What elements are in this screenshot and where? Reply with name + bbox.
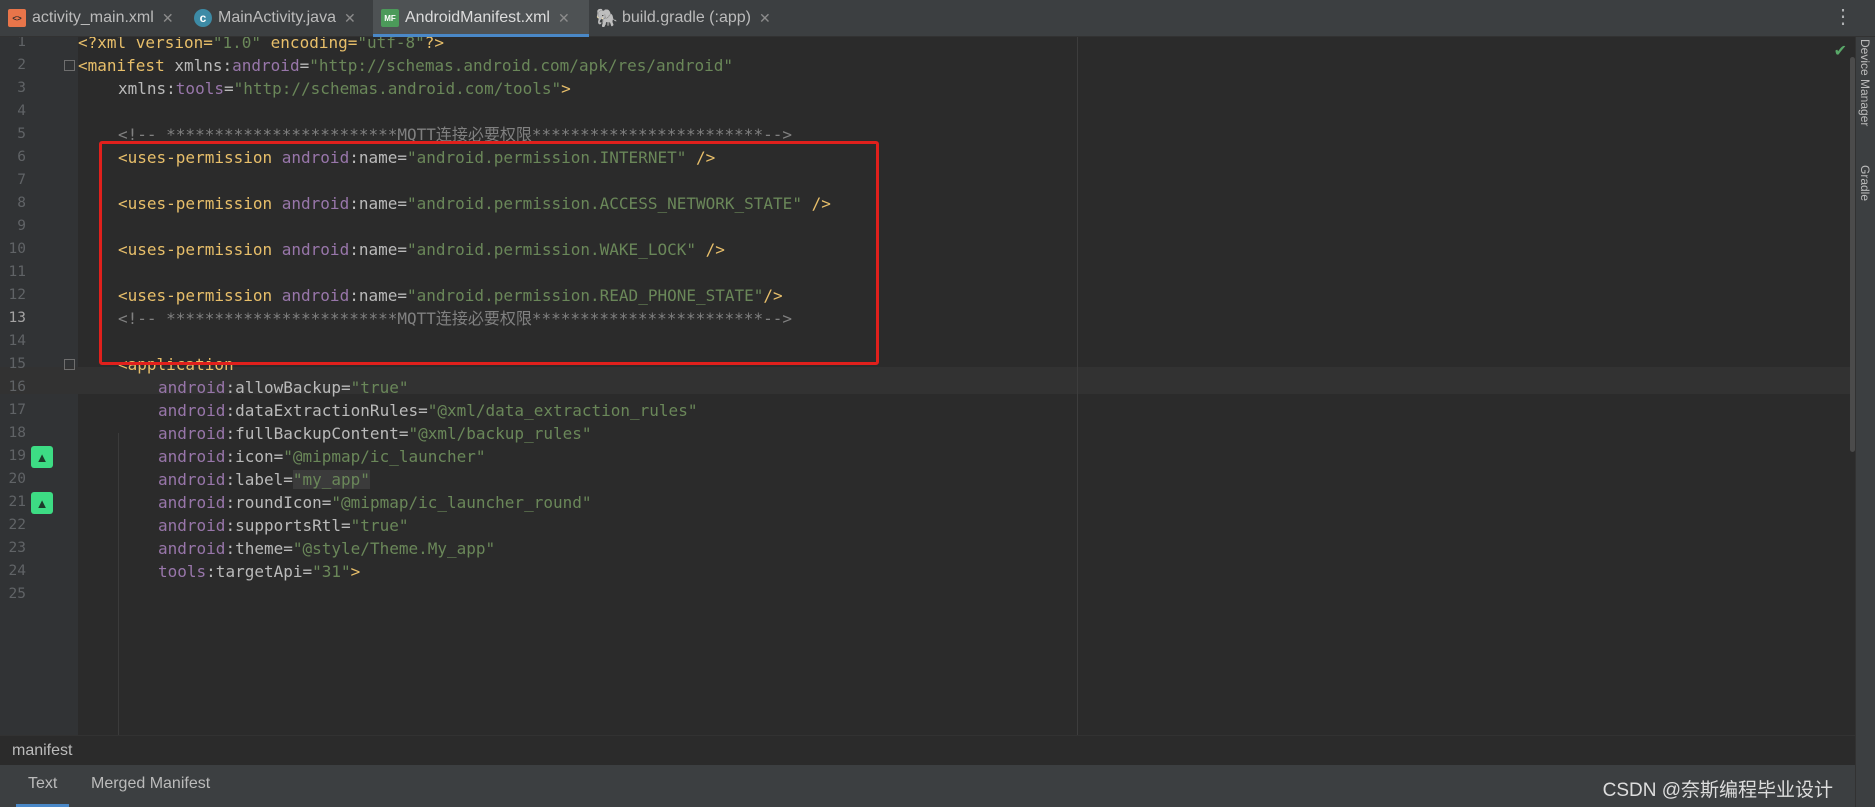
android-icon[interactable]: ▲: [31, 492, 53, 514]
gradle-icon: 🐘: [595, 7, 619, 28]
highlight-annotation-box: [99, 141, 879, 365]
editor-tab-bar: <> activity_main.xml ✕ c MainActivity.ja…: [0, 0, 1875, 37]
close-icon[interactable]: ✕: [558, 10, 570, 27]
breadcrumb[interactable]: manifest: [0, 735, 1855, 765]
tab-merged-manifest[interactable]: Merged Manifest: [91, 765, 210, 803]
tab-activity-main-xml[interactable]: <> activity_main.xml ✕: [0, 0, 185, 36]
xml-file-icon: <>: [8, 9, 26, 27]
breadcrumb-item[interactable]: manifest: [12, 742, 72, 759]
line-number: 25: [8, 586, 26, 602]
tab-label: AndroidManifest.xml: [405, 9, 550, 26]
java-class-icon: c: [194, 9, 212, 27]
tab-text[interactable]: Text: [15, 765, 70, 807]
code-editor[interactable]: ✔ 1 <?xml version="1.0" encoding="utf-8"…: [0, 37, 1855, 735]
close-icon[interactable]: ✕: [162, 10, 174, 27]
fold-toggle-icon[interactable]: [64, 60, 75, 71]
tab-android-manifest-xml[interactable]: MF AndroidManifest.xml ✕: [373, 0, 589, 37]
watermark: CSDN @奈斯编程毕业设计: [1602, 780, 1833, 801]
close-icon[interactable]: ✕: [344, 10, 356, 27]
close-icon[interactable]: ✕: [759, 10, 771, 27]
more-options-icon[interactable]: ⋮: [1833, 6, 1853, 28]
fold-toggle-icon[interactable]: [64, 359, 75, 370]
tab-label: MainActivity.java: [218, 9, 336, 26]
code-line: 25: [0, 581, 1850, 609]
editor-mode-tabs: Text Merged Manifest CSDN @奈斯编程毕业设计: [0, 765, 1855, 807]
right-tool-window-strip: Device Manager Gradle: [1855, 37, 1875, 807]
tab-label: activity_main.xml: [32, 9, 154, 26]
manifest-file-icon: MF: [381, 9, 399, 27]
tab-label: build.gradle (:app): [622, 9, 751, 26]
android-icon[interactable]: ▲: [31, 446, 53, 468]
tab-main-activity-java[interactable]: c MainActivity.java ✕: [186, 0, 372, 36]
device-manager-tool-button[interactable]: Device Manager: [1858, 39, 1872, 126]
tab-build-gradle[interactable]: 🐘 build.gradle (:app) ✕: [590, 0, 790, 36]
gradle-tool-button[interactable]: Gradle: [1858, 165, 1872, 201]
